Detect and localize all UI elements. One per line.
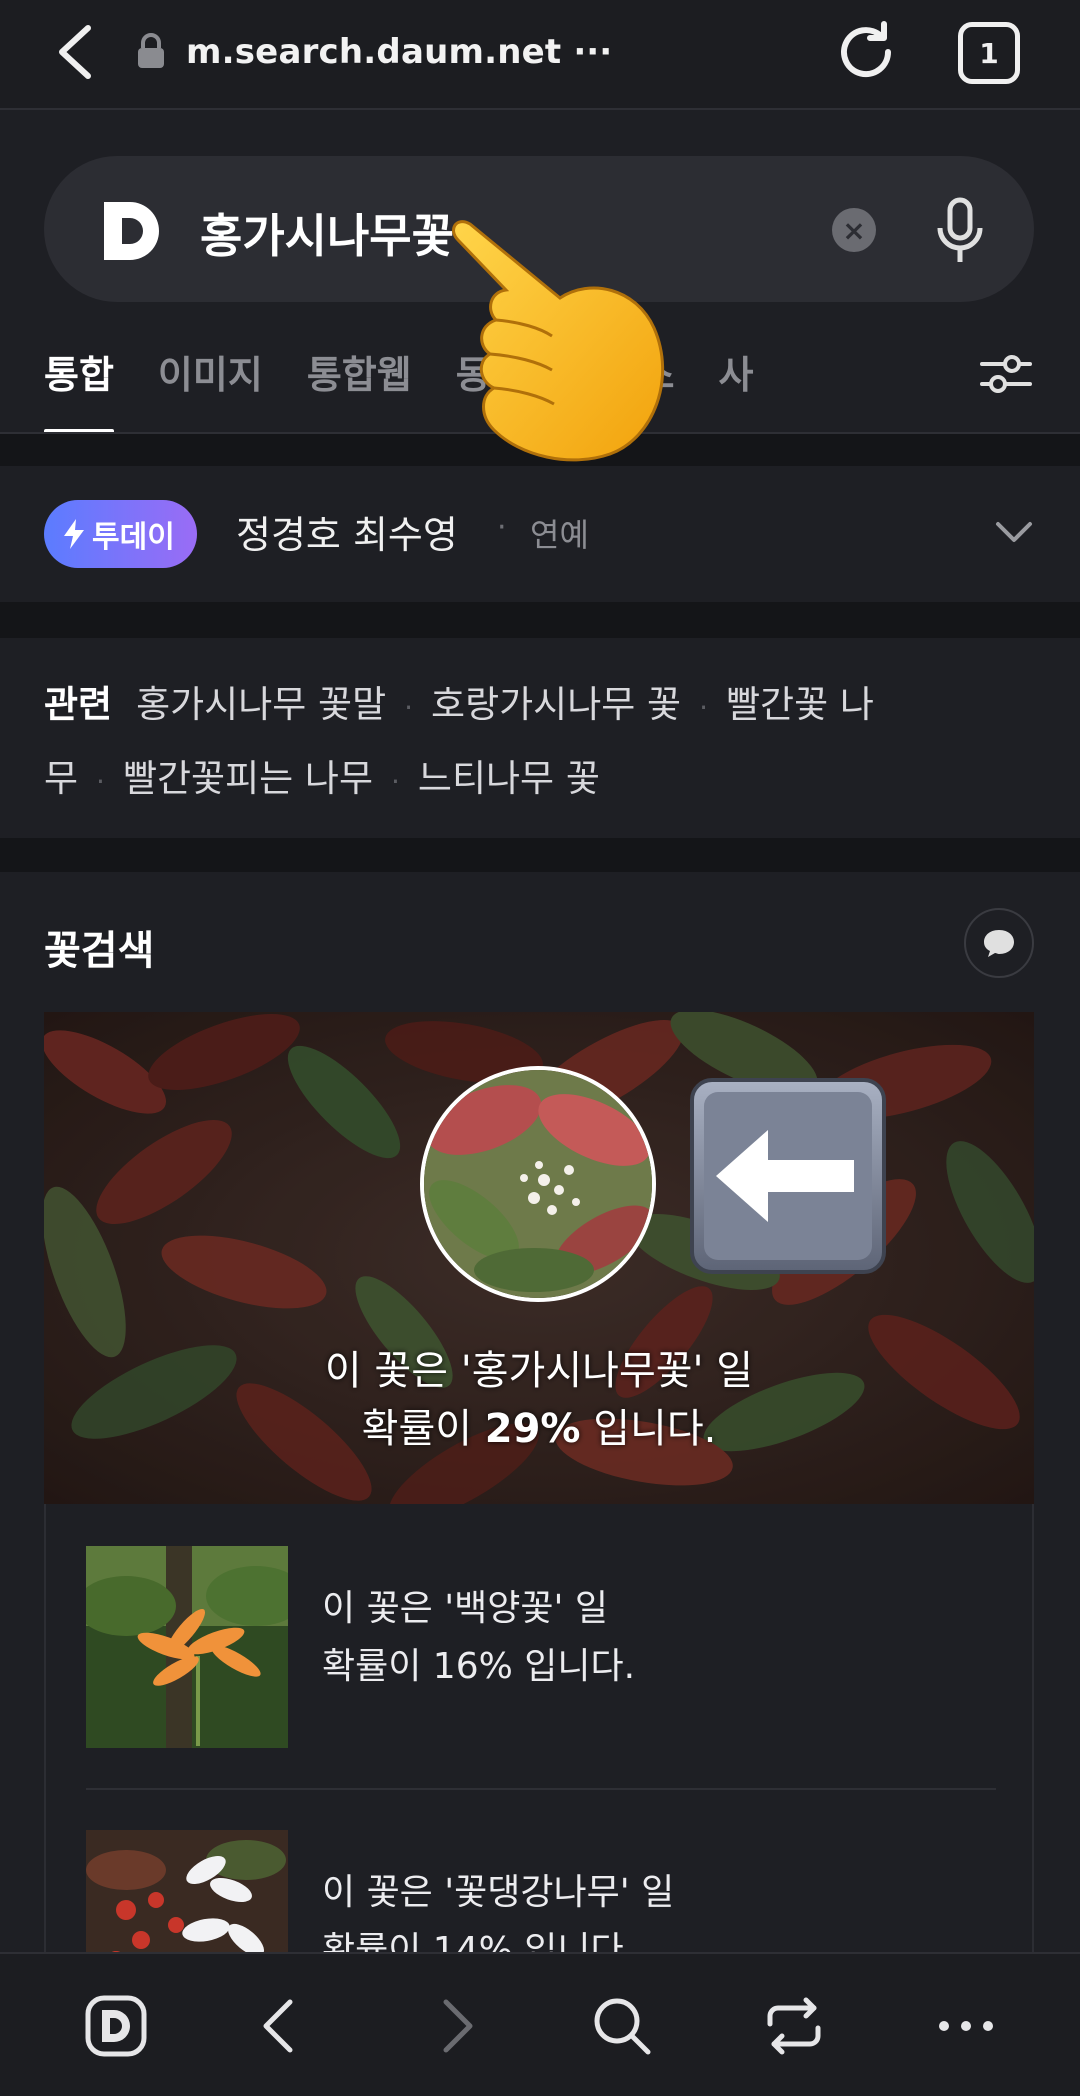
section-title: 꽃검색 [44,928,155,974]
section-gap [0,602,1080,638]
switch-icon[interactable] [762,1994,826,2058]
related-searches: 관련 홍가시나무 꽃말 · 호랑가시나무 꽃 · 빨간꽃 나 무 · 빨간꽃피는 나무 · 느티나… [0,638,1080,838]
browser-bottom-bar [0,1952,1080,2096]
daum-logo-icon [104,202,159,260]
related-line: 무 · 빨간꽃피는 나무 · 느티나무 꽃 [44,757,600,800]
separator-dot: · [497,510,507,545]
result-main-text: 이 꽃은 '홍가시나무꽃' 일 [324,1348,754,1394]
lock-icon [138,33,164,68]
related-item[interactable]: 빨간꽃피는 나무 [123,757,373,800]
related-item[interactable]: 느티나무 꽃 [418,757,600,800]
flower-photo [424,1070,652,1298]
forward-icon[interactable] [424,1994,488,2058]
back-icon[interactable] [248,1994,312,2058]
daum-home-icon[interactable] [84,1994,148,2058]
search-icon[interactable] [590,1994,654,2058]
today-category: 연예 [530,516,589,554]
today-trending[interactable]: 투데이 정경호 최수영 · 연예 [0,466,1080,602]
browser-toolbar: m.search.daum.net ··· 1 [0,0,1080,110]
left-arrow-icon [690,1078,886,1274]
chevron-down-icon[interactable] [992,510,1036,554]
lily-photo [86,1546,288,1748]
related-item[interactable]: 호랑가시나무 꽃 [431,683,681,726]
tab-count-button[interactable]: 1 [958,22,1020,84]
result-probability: 확률이 16% 입니다. [322,1646,636,1687]
today-badge-label: 투데이 [92,520,175,555]
probability-value: 29% [484,1406,581,1452]
related-item[interactable]: 빨간꽃 나 [726,683,874,726]
tab-images[interactable]: 이미지 [158,332,263,432]
related-item[interactable]: 홍가시나무 꽃말 [136,683,386,726]
address-bar[interactable]: m.search.daum.net ··· [134,28,612,76]
result-name: 이 꽃은 '백양꽃' 일 [322,1588,608,1629]
list-item[interactable]: 이 꽃은 '백양꽃' 일 확률이 16% 입니다. [86,1546,996,1748]
url-text: m.search.daum.net [186,32,562,72]
search-query: 홍가시나무꽃 [200,209,454,263]
alternative-results: 이 꽃은 '백양꽃' 일 확률이 16% 입니다. 이 꽃은 '꽃댕강나무' 일… [44,1504,1034,2032]
result-main-probability: 확률이 29% 입니다. [361,1406,717,1452]
lightning-icon [64,519,84,549]
back-arrow-icon[interactable] [48,20,108,84]
feedback-button[interactable] [964,908,1034,978]
section-gap [0,838,1080,872]
result-thumbnail [86,1546,288,1748]
search-tabs: 통합 이미지 통합웹 동영상 뉴스 사 [44,332,797,434]
related-heading: 관련 [44,683,113,726]
flower-thumbnail-circle [420,1066,656,1302]
flower-search-section: 꽃검색 이 꽃은 '홍가시나무꽃' 일 확률이 29% 입니다. 이 꽃은 '백… [0,872,1080,2032]
today-badge: 투데이 [44,500,197,568]
microphone-icon[interactable] [930,196,990,268]
filter-settings-icon[interactable] [978,346,1034,402]
speech-bubble-icon [984,930,1014,957]
pointing-hand-icon [452,220,664,462]
more-options-icon[interactable] [934,1994,998,2058]
related-item[interactable]: 무 [44,757,78,800]
related-line: 관련 홍가시나무 꽃말 · 호랑가시나무 꽃 · 빨간꽃 나 [44,683,874,726]
list-divider [86,1788,996,1790]
today-title[interactable]: 정경호 최수영 [236,504,458,559]
tab-more[interactable]: 사 [719,332,754,432]
tab-all[interactable]: 통합 [44,332,114,434]
tab-web[interactable]: 통합웹 [307,332,412,432]
result-name: 이 꽃은 '꽃댕강나무' 일 [322,1872,675,1913]
clear-search-button[interactable]: × [832,208,876,252]
url-more-icon[interactable]: ··· [573,32,612,72]
reload-icon[interactable] [832,18,900,86]
